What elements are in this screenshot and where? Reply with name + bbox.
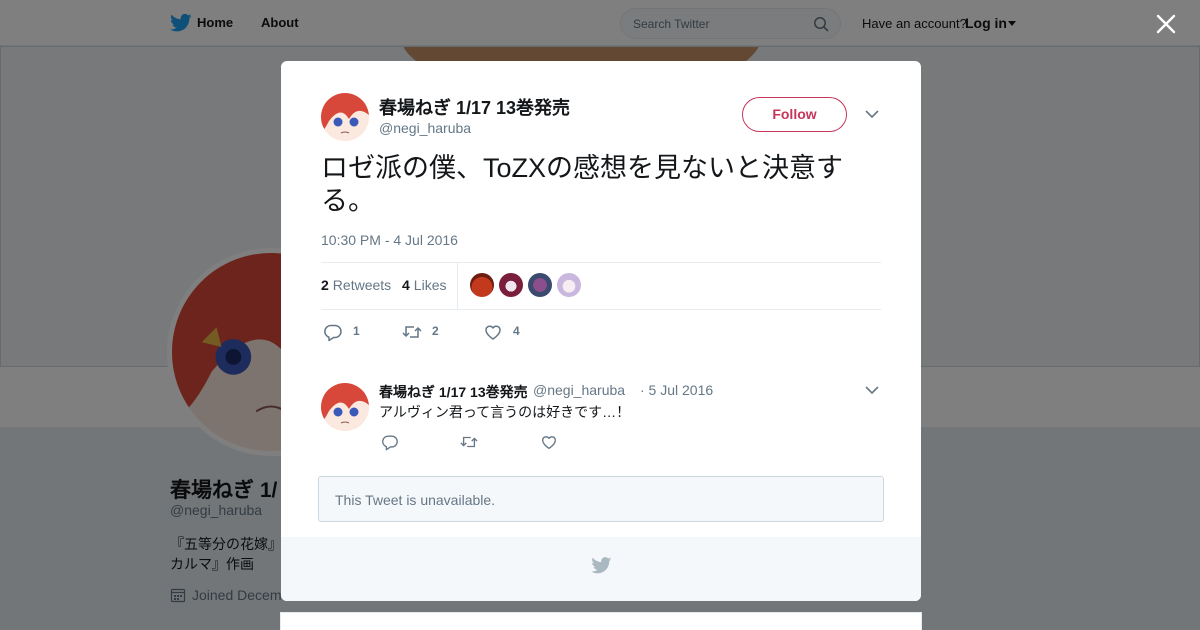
retweets-label: Retweets [332,277,392,293]
follow-button[interactable]: Follow [742,97,847,132]
tweet-text: ロゼ派の僕、ToZXの感想を見ないと決意する。 [321,153,844,216]
divider [457,263,458,309]
liker-avatar[interactable] [470,273,494,297]
close-icon[interactable] [1156,14,1176,34]
reply-author-avatar[interactable] [321,383,369,431]
liker-avatar[interactable] [528,273,552,297]
divider [321,262,881,263]
retweet-count: 2 [432,324,439,338]
reply-icon[interactable] [381,433,399,451]
likes-stat[interactable]: 4 Likes [402,277,446,293]
heart-icon [485,325,501,340]
reply-text: アルヴィン君って言うのは好きです…！ [379,404,631,420]
likes-label: Likes [413,277,447,293]
reply-author-name[interactable]: 春場ねぎ 1/17 13巻発売 [379,382,528,402]
reply-count: 1 [353,324,360,338]
twitter-bird-icon [591,557,612,574]
unavailable-tweet-text: This Tweet is unavailable. [335,492,496,508]
chevron-down-icon[interactable] [865,385,879,395]
next-card-edge [280,612,922,630]
retweet-icon[interactable] [460,433,478,451]
tweet-timestamp[interactable]: 10:30 PM - 4 Jul 2016 [321,232,458,248]
unavailable-tweet-notice: This Tweet is unavailable. [318,476,884,522]
reply-icon [324,324,342,342]
heart-icon[interactable] [540,433,558,451]
liker-avatar[interactable] [499,273,523,297]
retweet-icon [402,326,422,338]
chevron-down-icon[interactable] [865,109,879,119]
tweet-author-handle[interactable]: @negi_haruba [379,120,471,136]
retweets-stat[interactable]: 2 Retweets [321,277,391,293]
tweet-permalink-modal: 春場ねぎ 1/17 13巻発売 @negi_haruba Follow ロゼ派の… [281,61,921,601]
likes-count: 4 [402,277,410,293]
liker-avatar[interactable] [557,273,581,297]
like-count: 4 [513,324,520,338]
divider [321,309,881,310]
retweets-count: 2 [321,277,329,293]
tweet-author-avatar[interactable] [321,93,369,141]
reply-author-handle[interactable]: @negi_haruba [533,382,625,398]
reply-date[interactable]: · 5 Jul 2016 [640,382,713,398]
tweet-author-name[interactable]: 春場ねぎ 1/17 13巻発売 [379,94,570,120]
